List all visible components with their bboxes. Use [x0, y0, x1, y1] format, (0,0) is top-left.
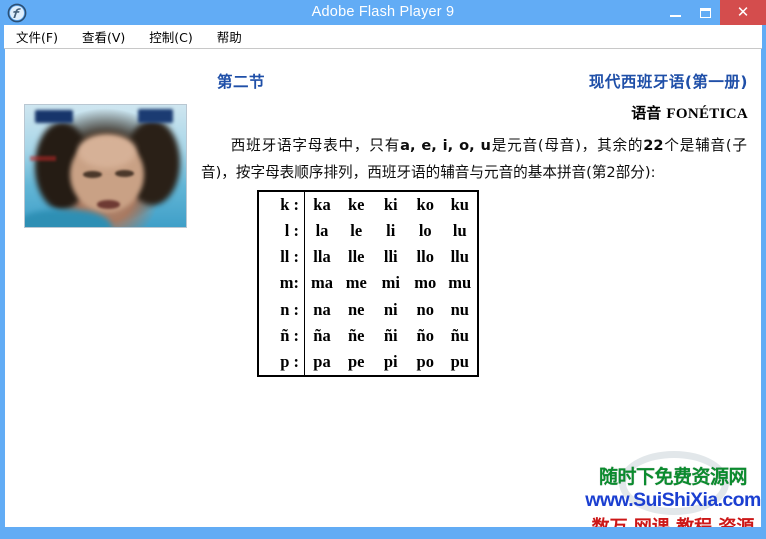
title-bar[interactable]: Adobe Flash Player 9 ✕ — [0, 0, 766, 25]
row-label: n : — [259, 296, 305, 323]
table-row: ll : lla lle lli llo llu — [259, 244, 477, 271]
table-cell: lo — [418, 221, 432, 241]
close-button[interactable]: ✕ — [720, 0, 766, 25]
table-cell: lu — [452, 221, 467, 241]
maximize-icon — [699, 7, 711, 18]
table-cell: ke — [348, 195, 365, 215]
table-cell: ka — [313, 195, 331, 215]
table-row: l : la le li lo lu — [259, 218, 477, 245]
paragraph-vowels: a, e, i, o, u — [400, 137, 491, 154]
window-title: Adobe Flash Player 9 — [311, 4, 455, 20]
table-cell: pi — [383, 351, 398, 371]
slide-section-label: 第二节 — [217, 73, 266, 91]
row-label: ll : — [259, 244, 305, 271]
table-cell: ñi — [383, 325, 398, 345]
table-row: m: ma me mi mo mu — [259, 270, 477, 297]
table-cell: po — [416, 351, 434, 371]
table-cell: lli — [383, 247, 398, 267]
minimize-icon — [669, 15, 681, 17]
watermark-line-3: 数万 网课 教程 资源 — [585, 513, 761, 527]
table-cell: ne — [348, 299, 365, 319]
table-cell: ki — [383, 195, 398, 215]
menu-item-help[interactable]: 帮助 — [217, 27, 242, 46]
table-cell: ma — [311, 273, 333, 293]
menu-item-view[interactable]: 查看(V) — [82, 27, 125, 46]
table-row: p : pa pe pi po pu — [259, 348, 477, 375]
row-label: l : — [259, 218, 305, 245]
table-cell: lla — [313, 247, 331, 267]
table-cell: lle — [348, 247, 365, 267]
table-cell: mo — [414, 273, 437, 293]
row-label: k : — [259, 192, 305, 219]
table-cell: la — [315, 221, 329, 241]
slide-subtitle: 语音 FONÉTICA — [631, 102, 748, 123]
row-label: p : — [259, 348, 305, 375]
table-cell: ña — [313, 325, 331, 345]
table-cell: pa — [313, 351, 331, 371]
flash-stage[interactable]: 第二节 现代西班牙语(第一册) 语音 FONÉTICA 西班牙语字母表中，只有a… — [5, 49, 761, 527]
table-cell: nu — [450, 299, 469, 319]
menu-item-file[interactable]: 文件(F) — [16, 27, 58, 46]
site-watermark: 随时下免费资源网 www.SuiShiXia.com 数万 网课 教程 资源 — [585, 449, 761, 527]
slide-book-title: 现代西班牙语(第一册) — [588, 73, 748, 91]
table-cell: pe — [348, 351, 365, 371]
table-row: n : na ne ni no nu — [259, 296, 477, 323]
table-cell: llo — [416, 247, 434, 267]
flash-player-icon — [6, 2, 28, 24]
flash-player-window: Adobe Flash Player 9 ✕ 文件(F) 查看(V) 控制(C)… — [0, 0, 766, 539]
syllable-table: k : ka ke ki ko ku l : la le li lo lu ll… — [257, 190, 479, 377]
row-label: m: — [259, 270, 305, 297]
slide-paragraph: 西班牙语字母表中，只有a, e, i, o, u是元音(母音)，其余的22个是辅… — [201, 132, 747, 186]
table-cell: ño — [416, 325, 434, 345]
table-row: ñ : ña ñe ñi ño ñu — [259, 322, 477, 349]
table-cell: na — [313, 299, 331, 319]
table-cell: ñu — [450, 325, 469, 345]
table-cell: pu — [450, 351, 469, 371]
table-cell: mu — [448, 273, 472, 293]
syllable-table-body: k : ka ke ki ko ku l : la le li lo lu ll… — [259, 192, 477, 375]
maximize-button[interactable] — [690, 0, 720, 25]
slide-subtitle-latin: FONÉTICA — [666, 106, 748, 122]
window-controls: ✕ — [660, 0, 766, 25]
menu-item-control[interactable]: 控制(C) — [149, 27, 192, 46]
watermark-ring-decoration — [619, 451, 729, 515]
menu-bar: 文件(F) 查看(V) 控制(C) 帮助 — [4, 25, 762, 49]
table-cell: ni — [383, 299, 398, 319]
table-cell: me — [345, 273, 367, 293]
table-cell: ko — [416, 195, 434, 215]
lesson-slide: 第二节 现代西班牙语(第一册) 语音 FONÉTICA 西班牙语字母表中，只有a… — [5, 49, 761, 527]
paragraph-count: 22 — [643, 137, 664, 154]
table-cell: no — [416, 299, 434, 319]
close-icon: ✕ — [736, 4, 750, 21]
table-cell: ñe — [348, 325, 365, 345]
row-label: ñ : — [259, 322, 305, 349]
paragraph-part1: 西班牙语字母表中，只有 — [230, 137, 401, 154]
table-cell: llu — [450, 247, 469, 267]
table-row: k : ka ke ki ko ku — [259, 192, 477, 219]
table-cell: ku — [450, 195, 469, 215]
table-cell: mi — [381, 273, 400, 293]
slide-subtitle-cn: 语音 — [631, 104, 667, 122]
watermark-url: www.SuiShiXia.com — [585, 489, 761, 511]
table-cell: li — [386, 221, 396, 241]
watermark-line-1: 随时下免费资源网 — [598, 466, 748, 488]
table-cell: le — [350, 221, 363, 241]
paragraph-part2: 是元音(母音)，其余的 — [490, 137, 644, 154]
minimize-button[interactable] — [660, 0, 690, 25]
